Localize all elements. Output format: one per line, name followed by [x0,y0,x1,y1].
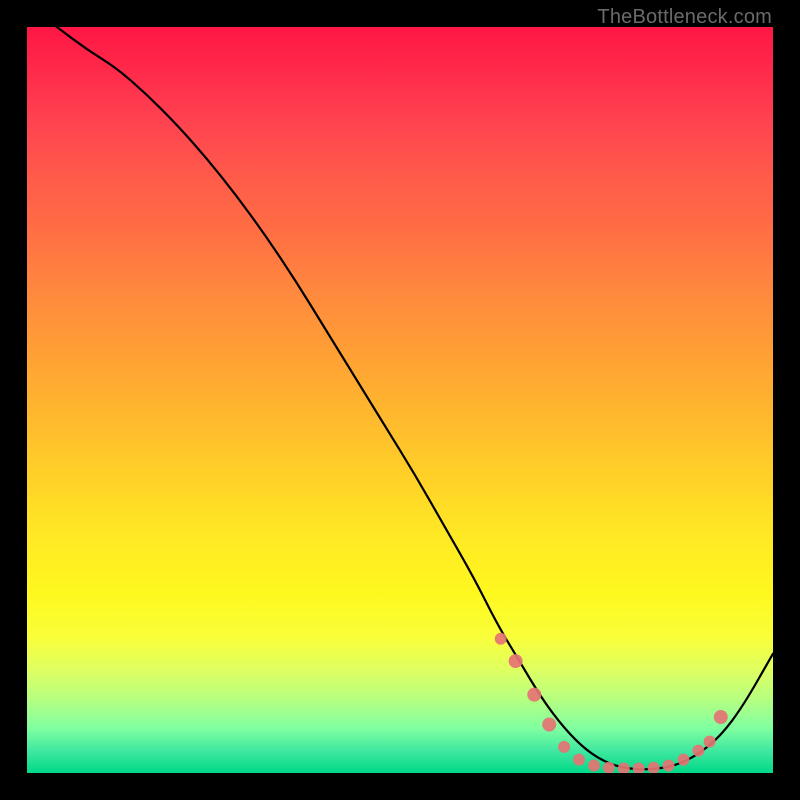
curve-marker [527,688,541,702]
curve-markers [495,633,728,773]
curve-marker [618,763,630,773]
curve-marker [704,736,716,748]
chart-area [27,27,773,773]
chart-svg [27,27,773,773]
curve-marker [677,754,689,766]
curve-marker [692,745,704,757]
curve-marker [633,763,645,773]
curve-marker [714,710,728,724]
curve-marker [663,760,675,772]
watermark-text: TheBottleneck.com [597,6,772,29]
curve-marker [495,633,507,645]
curve-marker [558,741,570,753]
curve-marker [509,654,523,668]
curve-marker [588,760,600,772]
bottleneck-curve-line [27,27,773,769]
curve-marker [603,762,615,773]
curve-marker [542,718,556,732]
curve-marker [573,754,585,766]
curve-marker [648,762,660,773]
